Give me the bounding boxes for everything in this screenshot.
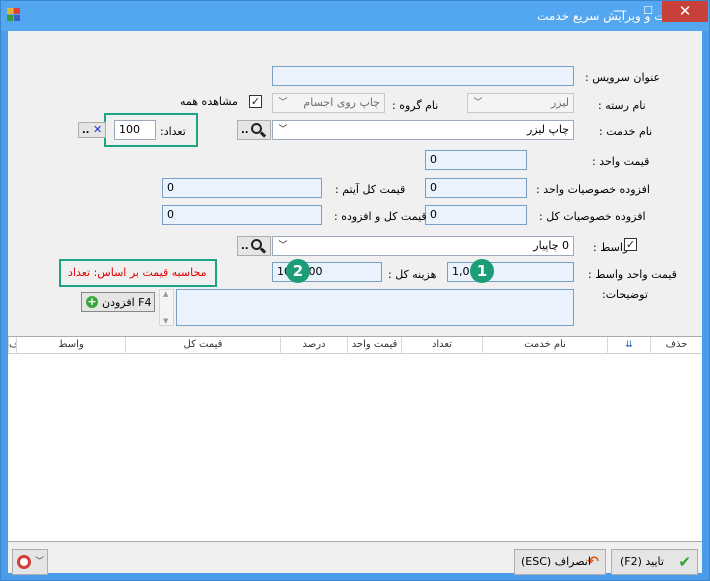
- count-input[interactable]: 100: [114, 120, 156, 140]
- chevron-down-icon: ﹀: [278, 125, 288, 135]
- item-total-label: قیمت کل آیتم :: [335, 183, 406, 196]
- total-features-input[interactable]: 0: [425, 205, 527, 225]
- unit-features-input[interactable]: 0: [425, 178, 527, 198]
- title-bar[interactable]: ثبت و ویرایش سریع خدمت — ☐ ✕: [1, 1, 709, 31]
- category-dropdown[interactable]: لیزر ﹀: [467, 93, 574, 113]
- table-header: حذف ⇊ نام خدمت تعداد قیمت واحد درصد قیمت…: [8, 337, 702, 354]
- scroll-down-icon: ▼: [163, 317, 169, 325]
- confirm-button-label: (F2) تایید: [620, 555, 664, 568]
- show-all-label: مشاهده همه: [180, 95, 238, 108]
- minimize-button[interactable]: —: [606, 1, 634, 22]
- total-features-label: افزوده خصوصیات کل :: [539, 210, 646, 223]
- dialog-window: ثبت و ویرایش سریع خدمت — ☐ ✕ عنوان سرویس…: [0, 0, 710, 581]
- service-name-label: نام خدمت :: [599, 125, 653, 138]
- scroll-up-icon: ▲: [163, 290, 169, 298]
- column-header[interactable]: حذف: [650, 337, 702, 354]
- total-with-addon-input[interactable]: 0: [162, 205, 322, 225]
- lifebuoy-icon: [17, 555, 31, 569]
- sort-icon: ⇊: [625, 340, 633, 350]
- broker-value: 0 چاپیار: [533, 239, 569, 252]
- group-value: چاپ روی اجسام: [303, 96, 380, 109]
- broker-checkbox[interactable]: ✓: [624, 238, 637, 251]
- cancel-button[interactable]: ↶ (ESC) انصراف: [514, 549, 606, 575]
- calc-basis-label: محاسبه قیمت بر اساس: تعداد: [68, 266, 207, 279]
- broker-unit-price-label: قیمت واحد واسط :: [588, 268, 677, 281]
- close-icon: ✕: [92, 123, 103, 136]
- dialog-body: عنوان سرویس : نام رسته : لیزر ﹀ نام گروه…: [8, 31, 702, 575]
- broker-unit-price-input[interactable]: 1,000: [447, 262, 574, 282]
- column-header[interactable]: ⇊: [607, 337, 650, 354]
- column-header[interactable]: قیمت واحد: [347, 337, 401, 354]
- description-textarea[interactable]: [176, 289, 574, 326]
- column-header[interactable]: قیمت کل: [125, 337, 280, 354]
- count-label: تعداد:: [160, 125, 186, 138]
- description-label: توضیحات:: [602, 288, 648, 301]
- add-button-label: افزودن F4: [102, 296, 152, 309]
- add-button[interactable]: + افزودن F4: [81, 292, 155, 312]
- show-all-checkbox[interactable]: ✓: [249, 95, 262, 108]
- ellipsis-icon: ..: [81, 125, 90, 136]
- ellipsis-icon: ..: [241, 125, 249, 136]
- description-scrollbar[interactable]: ▲ ▼: [159, 289, 174, 326]
- chevron-down-icon: ﹀: [35, 557, 45, 567]
- column-header[interactable]: واسط: [16, 337, 125, 354]
- service-name-value: چاپ لیزر: [526, 123, 569, 136]
- column-header[interactable]: تعداد: [401, 337, 482, 354]
- chevron-down-icon: ﹀: [278, 241, 288, 251]
- broker-label: واسط :: [593, 241, 629, 254]
- help-button[interactable]: ﹀: [12, 549, 48, 575]
- broker-dropdown[interactable]: 0 چاپیار ﹀: [272, 236, 574, 256]
- confirm-button[interactable]: ✔ (F2) تایید: [611, 549, 698, 575]
- unit-features-label: افزوده خصوصیات واحد :: [536, 183, 650, 196]
- total-cost-label: هزینه کل :: [388, 268, 437, 281]
- unit-price-label: قیمت واحد :: [592, 155, 650, 168]
- ellipsis-icon: ..: [241, 241, 249, 252]
- column-header[interactable]: نام خدمت: [482, 337, 607, 354]
- service-title-input[interactable]: [272, 66, 574, 86]
- step-badge-1: 1: [470, 259, 494, 283]
- app-icon: [7, 8, 21, 22]
- service-title-label: عنوان سرویس :: [585, 71, 661, 84]
- step-badge-2: 2: [286, 259, 310, 283]
- services-table[interactable]: حذف ⇊ نام خدمت تعداد قیمت واحد درصد قیمت…: [8, 336, 702, 542]
- chevron-down-icon: ﹀: [473, 98, 483, 108]
- group-dropdown[interactable]: چاپ روی اجسام ﹀: [272, 93, 385, 113]
- total-with-addon-label: قیمت کل و افزوده :: [334, 210, 427, 223]
- broker-search-button[interactable]: ..: [237, 236, 271, 256]
- group-label: نام گروه :: [392, 99, 439, 112]
- cancel-button-label: (ESC) انصراف: [521, 555, 591, 568]
- checkmark-icon: ✔: [678, 553, 691, 571]
- item-total-input[interactable]: 0: [162, 178, 322, 198]
- category-value: لیزر: [550, 96, 569, 109]
- column-header[interactable]: ف: [8, 337, 16, 354]
- service-name-dropdown[interactable]: چاپ لیزر ﹀: [272, 120, 574, 140]
- column-header[interactable]: درصد: [280, 337, 347, 354]
- count-clear-button[interactable]: .. ✕: [78, 122, 106, 138]
- close-button[interactable]: ✕: [662, 1, 708, 22]
- add-icon: +: [86, 295, 98, 308]
- chevron-down-icon: ﹀: [278, 98, 288, 108]
- unit-price-input[interactable]: 0: [425, 150, 527, 170]
- service-search-button[interactable]: ..: [237, 120, 271, 140]
- maximize-button[interactable]: ☐: [634, 1, 662, 22]
- category-label: نام رسته :: [598, 99, 646, 112]
